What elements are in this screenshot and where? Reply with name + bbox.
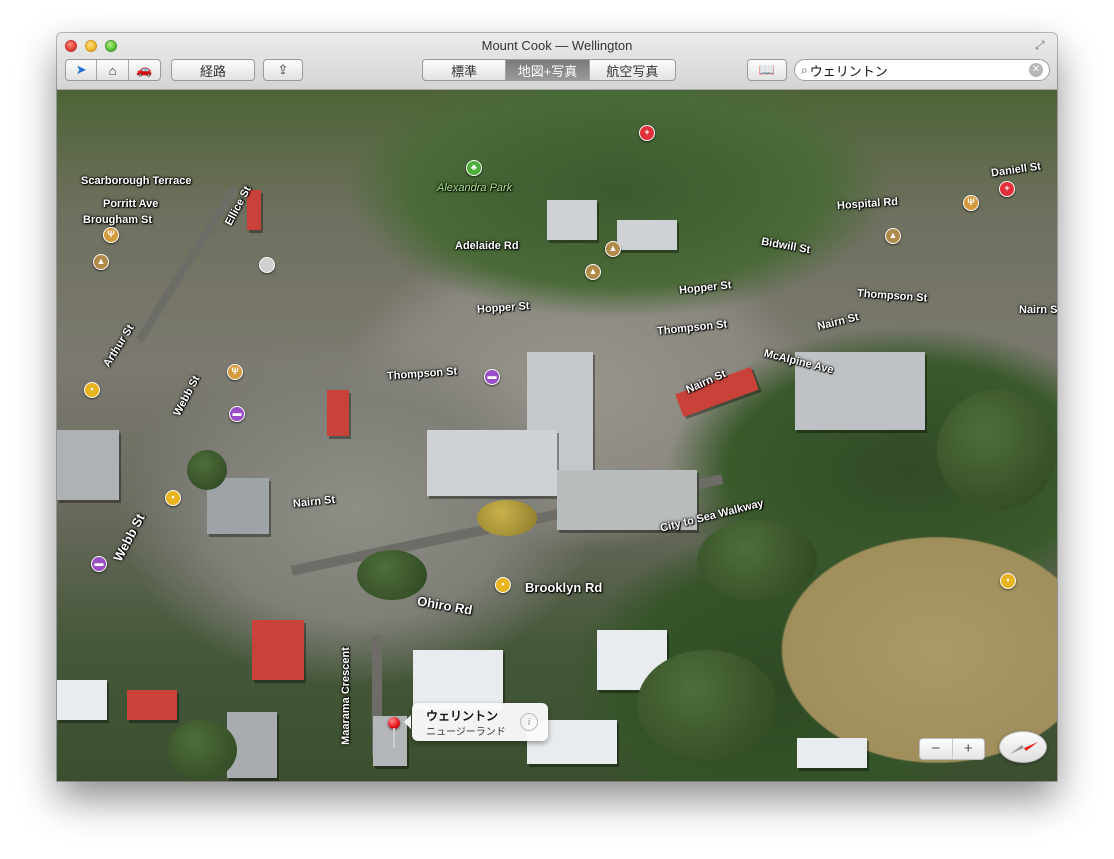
building bbox=[127, 690, 177, 720]
street-label: Maarama Crescent bbox=[339, 647, 352, 745]
street-label: Thompson St bbox=[386, 365, 458, 383]
callout-subtitle: ニュージーランド bbox=[426, 727, 506, 738]
tree bbox=[477, 500, 537, 536]
street-label: Scarborough Terrace bbox=[81, 175, 192, 187]
street-label: Thompson St bbox=[656, 318, 728, 338]
pin-stick bbox=[393, 728, 395, 748]
view-mode-segmented: 標準 地図+写真 航空写真 bbox=[422, 59, 676, 81]
transit-icon[interactable]: ▬ bbox=[229, 406, 245, 422]
street-label: Ohiro Rd bbox=[416, 593, 474, 618]
search-field[interactable]: ⌕ ウェリントン ✕ bbox=[794, 59, 1050, 81]
building bbox=[252, 620, 304, 680]
street-label: Bidwill St bbox=[760, 235, 812, 257]
street-label: Webb St bbox=[110, 511, 148, 564]
park-label: Alexandra Park bbox=[437, 182, 513, 194]
restaurant-icon[interactable]: Ψ bbox=[963, 195, 979, 211]
building bbox=[617, 220, 677, 250]
3d-buildings-icon[interactable]: ⌂ bbox=[97, 60, 129, 80]
building bbox=[547, 200, 597, 240]
callout-title: ウェリントン bbox=[426, 709, 499, 723]
building bbox=[413, 650, 503, 710]
clear-search-icon[interactable]: ✕ bbox=[1029, 63, 1043, 77]
bookmarks-book-icon[interactable]: 📖 bbox=[747, 59, 787, 81]
building bbox=[797, 738, 867, 768]
tab-standard[interactable]: 標準 bbox=[423, 60, 507, 80]
tree bbox=[637, 650, 777, 760]
tree bbox=[187, 450, 227, 490]
street-label: Porritt Ave bbox=[103, 198, 159, 210]
directions-button[interactable]: 経路 bbox=[171, 59, 255, 81]
transit-icon[interactable]: ▬ bbox=[91, 556, 107, 572]
car-traffic-icon[interactable]: 🚗 bbox=[129, 60, 160, 80]
street-label: Brooklyn Rd bbox=[525, 580, 603, 595]
location-callout[interactable]: ウェリントン ニュージーランド i bbox=[404, 703, 548, 741]
street-label: Thompson St bbox=[856, 287, 928, 305]
zoom-out-button[interactable]: − bbox=[920, 739, 953, 759]
shopping-bag-icon[interactable]: ▪ bbox=[495, 577, 511, 593]
street-label: Webb St bbox=[171, 373, 203, 419]
hospital-icon[interactable]: + bbox=[999, 181, 1015, 197]
street-label: Arthur St bbox=[101, 322, 137, 370]
share-icon[interactable]: ⇪ bbox=[263, 59, 303, 81]
info-icon[interactable]: i bbox=[520, 713, 538, 731]
street-label: Brougham St bbox=[83, 214, 153, 226]
street-label: Nairn St bbox=[1019, 304, 1057, 316]
street-label: Nairn St bbox=[816, 311, 861, 333]
shopping-bag-icon[interactable]: ▪ bbox=[1000, 573, 1016, 589]
landmark-icon[interactable] bbox=[259, 257, 275, 273]
building bbox=[327, 390, 349, 436]
titlebar: Mount Cook — Wellington ⤢ ➤ ⌂ 🚗 経路 ⇪ 標準 … bbox=[57, 33, 1057, 90]
street-label: Hopper St bbox=[678, 279, 733, 297]
transit-icon[interactable]: ▬ bbox=[484, 369, 500, 385]
tree bbox=[357, 550, 427, 600]
school-icon[interactable]: ▲ bbox=[585, 264, 601, 280]
tree bbox=[937, 390, 1057, 510]
zoom-in-button[interactable]: + bbox=[953, 739, 985, 759]
street-label: Hospital Rd bbox=[836, 195, 899, 213]
school-icon[interactable]: ▲ bbox=[605, 241, 621, 257]
tracking-mode-group: ➤ ⌂ 🚗 bbox=[65, 59, 161, 81]
hospital-icon[interactable]: + bbox=[639, 125, 655, 141]
school-icon[interactable]: ▲ bbox=[93, 254, 109, 270]
restaurant-icon[interactable]: Ψ bbox=[227, 364, 243, 380]
tree bbox=[167, 720, 237, 780]
shopping-bag-icon[interactable]: ▪ bbox=[165, 490, 181, 506]
window-title: Mount Cook — Wellington bbox=[481, 38, 633, 53]
search-input[interactable]: ウェリントン bbox=[810, 61, 1029, 80]
fullscreen-icon[interactable]: ⤢ bbox=[1035, 38, 1049, 52]
cafe-icon[interactable]: ▪ bbox=[84, 382, 100, 398]
tab-hybrid[interactable]: 地図+写真 bbox=[506, 60, 590, 80]
tree bbox=[697, 520, 817, 600]
restaurant-icon[interactable]: Ψ bbox=[103, 227, 119, 243]
building bbox=[57, 680, 107, 720]
school-icon[interactable]: ▲ bbox=[885, 228, 901, 244]
building bbox=[427, 430, 557, 496]
street-label: Nairn St bbox=[292, 493, 336, 511]
search-icon: ⌕ bbox=[801, 62, 808, 77]
park-tree-icon[interactable]: ♣ bbox=[466, 160, 482, 176]
maps-window: Mount Cook — Wellington ⤢ ➤ ⌂ 🚗 経路 ⇪ 標準 … bbox=[57, 33, 1057, 781]
street-label: Adelaide Rd bbox=[455, 240, 519, 252]
tab-satellite[interactable]: 航空写真 bbox=[590, 60, 675, 80]
street-label: Hopper St bbox=[476, 300, 530, 316]
zoom-control: − + bbox=[919, 738, 985, 760]
location-arrow-icon[interactable]: ➤ bbox=[66, 60, 98, 80]
building bbox=[57, 430, 119, 500]
compass-icon[interactable] bbox=[999, 731, 1047, 763]
street-label: Daniell St bbox=[990, 160, 1042, 180]
map-view[interactable]: Scarborough Terrace Porritt Ave Brougham… bbox=[57, 90, 1057, 781]
